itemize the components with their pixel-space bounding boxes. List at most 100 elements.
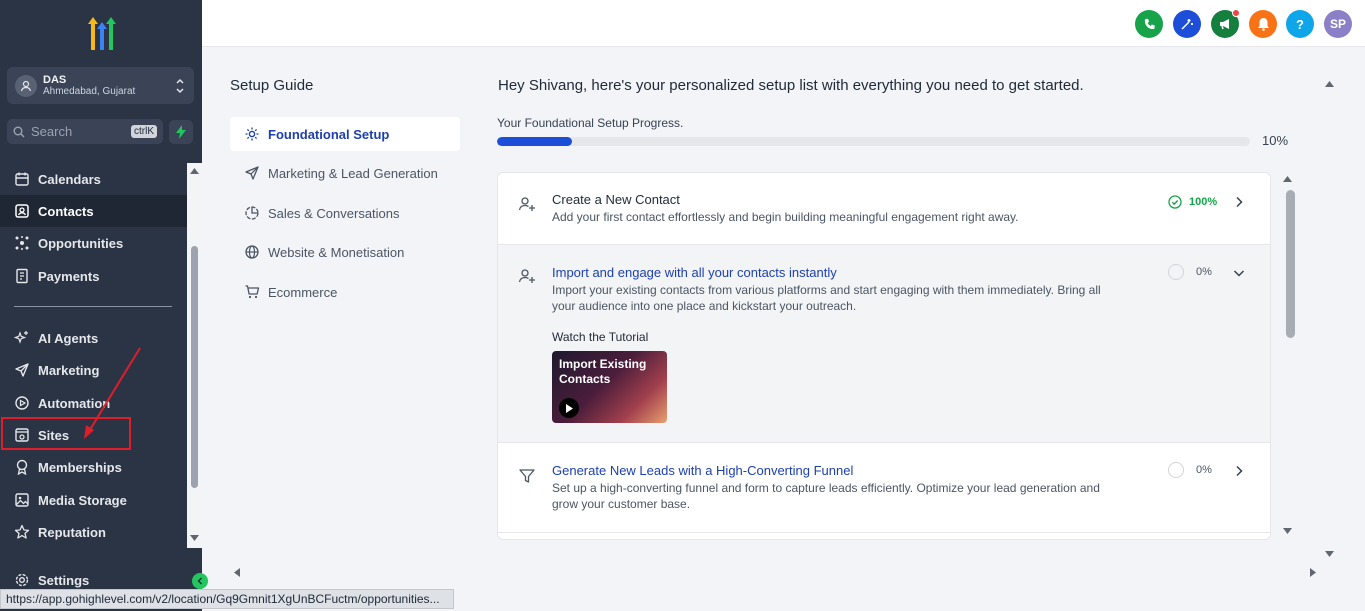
progress-ring-icon — [1168, 264, 1184, 280]
page-scroll-right-icon[interactable] — [1310, 568, 1316, 577]
star-icon — [14, 524, 30, 539]
chevron-right-icon — [1236, 465, 1243, 477]
help-button[interactable]: ? — [1286, 10, 1314, 38]
gear-icon — [15, 573, 29, 587]
lightning-icon — [176, 125, 186, 139]
help-label: ? — [1296, 16, 1304, 32]
task-item[interactable]: Create a New Contact Add your first cont… — [498, 173, 1270, 245]
sidebar-item-reputation[interactable]: Reputation — [0, 516, 187, 548]
sidebar-item-memberships[interactable]: Memberships — [0, 451, 187, 483]
phone-icon — [1144, 18, 1155, 29]
sidebar-item-label: AI Agents — [38, 330, 99, 346]
chart-pie-icon — [245, 206, 259, 220]
task-item[interactable]: Generate New Leads with a High-Convertin… — [498, 443, 1270, 533]
task-title[interactable]: Generate New Leads with a High-Convertin… — [552, 463, 853, 478]
play-circle-icon — [15, 396, 29, 410]
sparkle-icon — [14, 331, 28, 344]
page-scroll-up-icon[interactable] — [1325, 81, 1334, 87]
chevron-left-icon — [197, 577, 202, 585]
setup-nav-label: Ecommerce — [268, 284, 338, 300]
globe-icon — [245, 245, 259, 259]
browser-status-url: https://app.gohighlevel.com/v2/location/… — [0, 589, 454, 609]
sidebar-item-label: Settings — [38, 572, 90, 588]
setup-nav-label: Sales & Conversations — [268, 205, 400, 221]
page-scroll-left-icon[interactable] — [234, 568, 240, 577]
sidebar-item-payments[interactable]: Payments — [0, 260, 187, 292]
phone-button[interactable] — [1135, 10, 1163, 38]
sidebar-item-label: Calendars — [38, 171, 101, 187]
setup-nav-label: Foundational Setup — [268, 126, 390, 142]
task-description: Add your first contact effortlessly and … — [552, 210, 1019, 224]
task-percent: 0% — [1196, 464, 1212, 476]
megaphone-icon — [1220, 19, 1229, 30]
sidebar-item-media-storage[interactable]: Media Storage — [0, 484, 187, 516]
task-list: Create a New Contact Add your first cont… — [497, 172, 1271, 540]
user-plus-icon — [518, 197, 535, 211]
calendar-icon — [15, 172, 29, 186]
task-description: Set up a high-converting funnel and form… — [552, 481, 1100, 511]
user-avatar[interactable]: SP — [1324, 10, 1352, 38]
avatar-initials: SP — [1329, 17, 1346, 31]
check-circle-icon — [1168, 195, 1182, 209]
payments-icon — [16, 268, 28, 284]
sidebar-item-label: Reputation — [38, 524, 106, 540]
setup-nav-website[interactable]: Website & Monetisation — [230, 235, 460, 269]
sidebar-item-opportunities[interactable]: Opportunities — [0, 227, 187, 259]
ai-assist-button[interactable] — [1173, 10, 1201, 38]
sidebar-item-label: Media Storage — [38, 492, 127, 508]
quick-action-button[interactable] — [169, 120, 193, 144]
sidebar-item-label: Payments — [38, 268, 100, 284]
badge-icon — [16, 459, 28, 475]
account-name: DAS — [43, 73, 67, 86]
user-plus-icon — [518, 269, 535, 283]
setup-nav-foundational[interactable]: Foundational Setup — [230, 117, 460, 151]
play-icon[interactable] — [559, 398, 579, 418]
chevron-right-icon — [1236, 196, 1243, 208]
search-icon — [13, 126, 25, 137]
setup-nav-marketing[interactable]: Marketing & Lead Generation — [230, 156, 460, 190]
account-avatar-icon — [15, 74, 37, 97]
search-input[interactable]: Search ctrlK — [7, 119, 163, 144]
search-shortcut: ctrlK — [131, 125, 157, 138]
account-switcher[interactable]: DAS Ahmedabad, Gujarat — [7, 67, 194, 104]
cart-icon — [245, 285, 260, 299]
notifications-button[interactable] — [1249, 10, 1277, 38]
task-title[interactable]: Import and engage with all your contacts… — [552, 265, 837, 280]
annotation-arrow-icon — [84, 347, 141, 439]
tutorial-thumbnail-title: Import Existing Contacts — [559, 357, 647, 386]
progress-bar-fill — [497, 137, 573, 146]
account-location: Ahmedabad, Gujarat — [43, 86, 136, 98]
page-scroll-down-icon[interactable] — [1325, 551, 1334, 557]
progress-label: Your Foundational Setup Progress. — [497, 116, 684, 130]
funnel-icon — [519, 469, 535, 483]
progress-bar — [497, 137, 1250, 146]
tutorial-label: Watch the Tutorial — [552, 330, 649, 344]
progress-ring-icon — [1168, 462, 1184, 478]
tutorial-video-thumbnail[interactable]: Import Existing Contacts — [552, 351, 667, 423]
search-placeholder: Search — [31, 124, 73, 139]
send-icon — [15, 363, 29, 377]
sidebar: DAS Ahmedabad, Gujarat Search ctrlK Cale… — [0, 0, 202, 611]
setup-nav-sales[interactable]: Sales & Conversations — [230, 196, 460, 230]
task-title: Create a New Contact — [552, 192, 680, 207]
setup-nav-ecommerce[interactable]: Ecommerce — [230, 275, 460, 309]
chevron-down-icon — [1233, 270, 1245, 277]
announcements-button[interactable] — [1211, 9, 1240, 38]
setup-nav-label: Marketing & Lead Generation — [268, 165, 438, 181]
task-list-scrollbar-thumb[interactable] — [1286, 190, 1295, 338]
sidebar-scrollbar-thumb[interactable] — [191, 246, 198, 488]
contacts-icon — [15, 204, 29, 218]
sidebar-item-label: Opportunities — [38, 235, 124, 251]
task-percent: 0% — [1196, 266, 1212, 278]
setup-nav-label: Website & Monetisation — [268, 244, 405, 260]
magic-wand-icon — [1181, 19, 1193, 30]
sidebar-item-contacts[interactable]: Contacts — [0, 195, 187, 227]
task-description: Import your existing contacts from vario… — [552, 283, 1101, 313]
bell-icon — [1257, 18, 1269, 31]
sidebar-collapse-button[interactable] — [192, 573, 208, 589]
progress-percent: 10% — [1262, 133, 1289, 148]
sidebar-item-calendars[interactable]: Calendars — [0, 163, 187, 195]
task-item-expanded[interactable]: Import and engage with all your contacts… — [498, 245, 1270, 443]
sidebar-divider — [14, 306, 172, 307]
app-logo[interactable] — [82, 14, 122, 54]
